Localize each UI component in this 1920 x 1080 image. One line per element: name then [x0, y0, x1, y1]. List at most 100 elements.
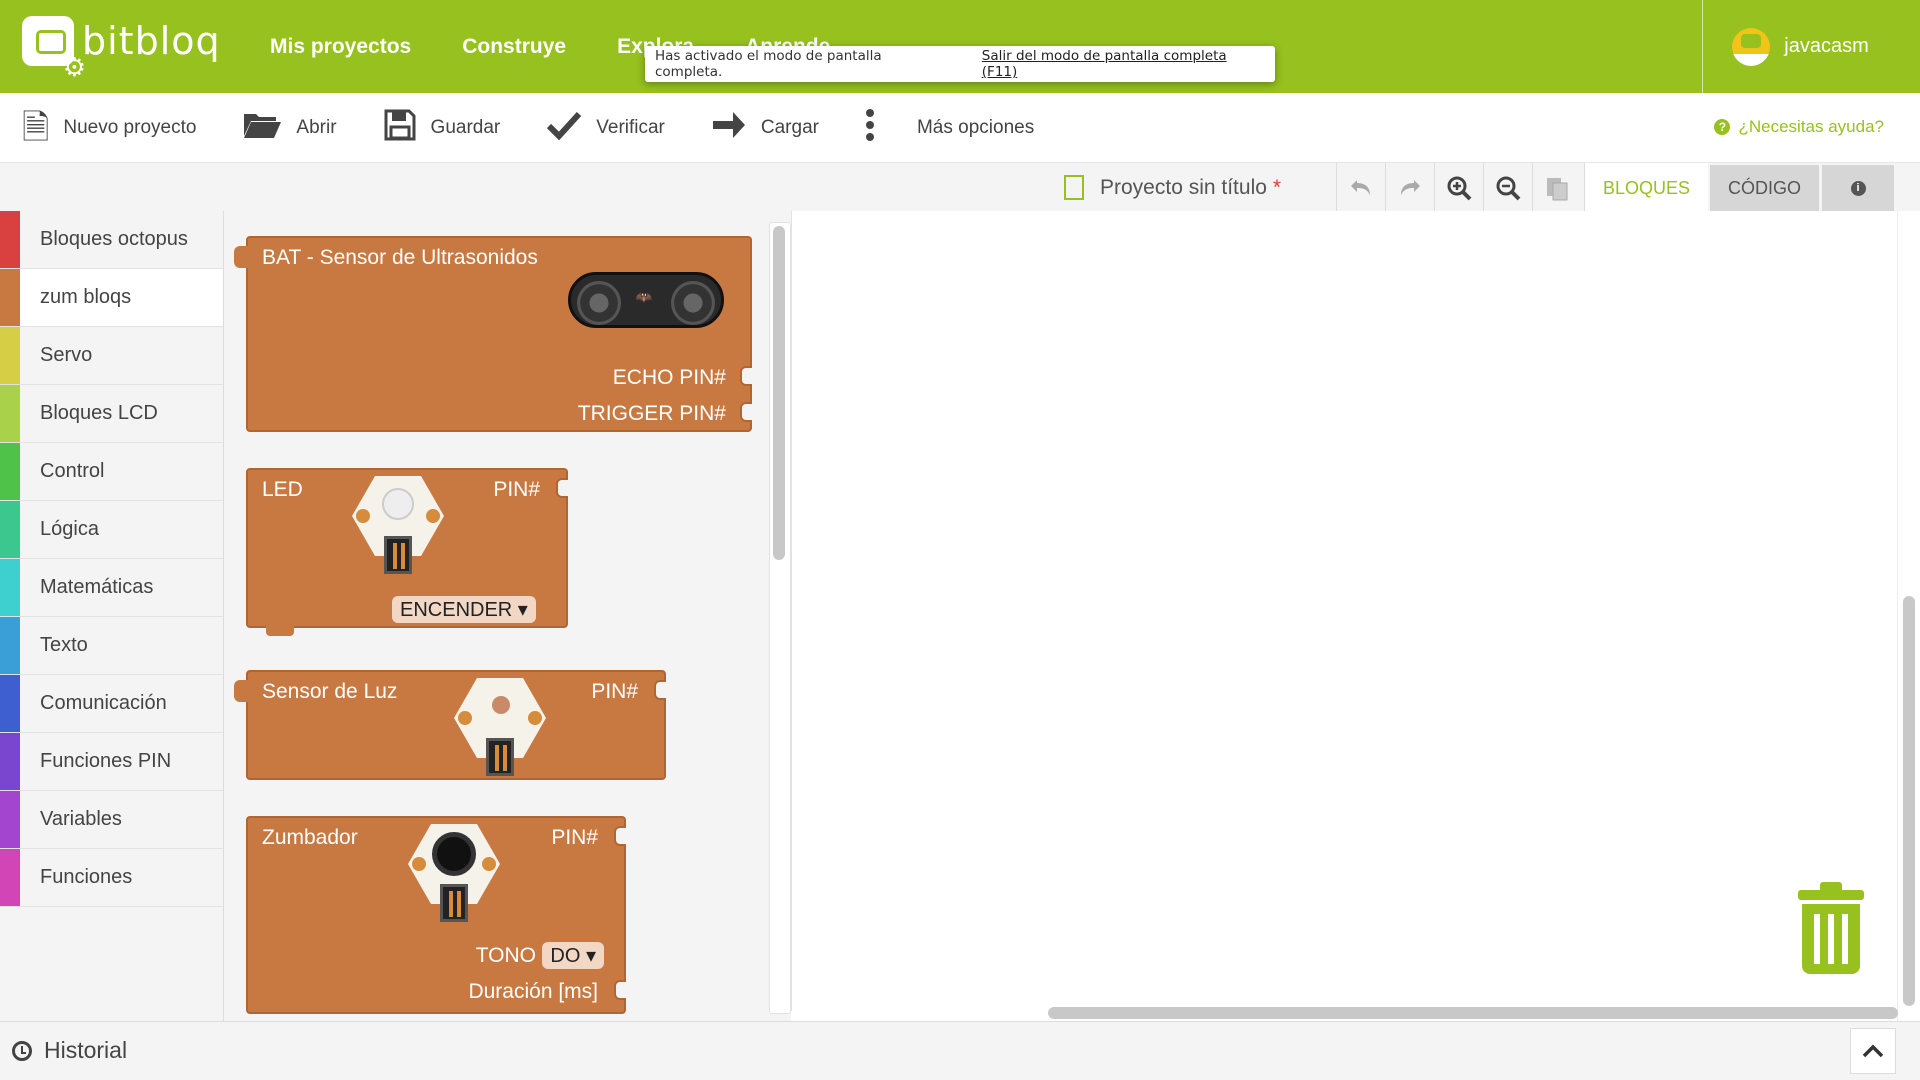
redo-button[interactable]: [1385, 163, 1434, 213]
tab-info[interactable]: i: [1822, 165, 1894, 211]
pin-input[interactable]: [614, 826, 626, 846]
block-categories: Bloques octopus zum bloqs Servo Bloques …: [0, 211, 224, 1021]
category-color: [0, 849, 20, 906]
category-label: Bloques LCD: [40, 402, 158, 424]
clock-icon: [12, 1040, 32, 1061]
username: javacasm: [1784, 35, 1869, 57]
user-menu[interactable]: javacasm: [1702, 0, 1898, 93]
category-label: Funciones PIN: [40, 750, 172, 772]
zoom-in-button[interactable]: [1434, 163, 1483, 213]
category-pin-functions[interactable]: Funciones PIN: [0, 733, 223, 791]
category-label: Control: [40, 460, 105, 482]
category-servo[interactable]: Servo: [0, 327, 223, 385]
block-light-sensor[interactable]: Sensor de Luz PIN#: [234, 670, 666, 780]
workspace-horizontal-thumb[interactable]: [1048, 1007, 1898, 1019]
paste-button[interactable]: [1532, 163, 1581, 213]
bat-logo-icon: 🦇: [635, 289, 653, 305]
category-communication[interactable]: Comunicación: [0, 675, 223, 733]
floppy-disk-icon: [383, 108, 417, 148]
zoom-out-button[interactable]: [1483, 163, 1532, 213]
category-text[interactable]: Texto: [0, 617, 223, 675]
robot-logo-icon: [22, 16, 86, 80]
nav-my-projects[interactable]: Mis proyectos: [270, 35, 411, 59]
category-octopus[interactable]: Bloques octopus: [0, 211, 223, 269]
buzzer-speaker: [432, 832, 476, 876]
history-bar: Historial: [0, 1021, 1920, 1080]
history-label: Historial: [44, 1037, 128, 1063]
mount-hole: [426, 509, 440, 523]
echo-pin-label: ECHO PIN#: [612, 366, 726, 389]
duration-input[interactable]: [614, 980, 626, 1000]
trigger-pin-label: TRIGGER PIN#: [577, 402, 726, 425]
block-ultrasound-sensor[interactable]: BAT - Sensor de Ultrasonidos 🦇 ECHO PIN#…: [234, 236, 752, 432]
category-color: [0, 211, 20, 268]
undo-icon: [1351, 180, 1370, 195]
category-functions[interactable]: Funciones: [0, 849, 223, 907]
toolbar: 🗎 Nuevo proyecto Abrir Guardar Verificar…: [0, 93, 1920, 163]
save-button[interactable]: Guardar: [383, 108, 500, 148]
new-project-label: Nuevo proyecto: [63, 116, 197, 138]
mount-hole: [356, 509, 370, 523]
expand-history-button[interactable]: [1850, 1028, 1896, 1074]
new-project-button[interactable]: 🗎 Nuevo proyecto: [22, 111, 196, 145]
flyout-scrollbar-thumb[interactable]: [773, 226, 785, 560]
pin-input[interactable]: [556, 478, 568, 498]
workspace-vertical-thumb[interactable]: [1903, 596, 1915, 1006]
help-link[interactable]: ? ¿Necesitas ayuda?: [1714, 117, 1884, 137]
open-label: Abrir: [296, 116, 337, 138]
block-output-connector: [234, 680, 248, 702]
block-title: Sensor de Luz: [262, 680, 398, 703]
unsaved-marker: *: [1272, 175, 1282, 199]
pin-input[interactable]: [654, 680, 666, 700]
echo-pin-input[interactable]: [740, 366, 752, 386]
zoom-in-icon: [1447, 176, 1472, 201]
verify-label: Verificar: [596, 116, 665, 138]
tab-blocks[interactable]: BLOQUES: [1584, 163, 1708, 213]
block-led[interactable]: LED PIN# ENCENDER ▾: [246, 468, 568, 636]
logo-text: bitbloq: [82, 19, 221, 63]
category-label: Bloques octopus: [40, 228, 188, 250]
nav-build[interactable]: Construye: [462, 35, 566, 59]
category-label: Texto: [40, 634, 88, 656]
app-logo[interactable]: bitbloq: [22, 16, 221, 80]
category-color: [0, 443, 20, 500]
verify-button[interactable]: Verificar: [546, 110, 665, 146]
led-state-dropdown[interactable]: ENCENDER ▾: [392, 596, 536, 623]
upload-button[interactable]: Cargar: [711, 108, 819, 148]
category-control[interactable]: Control: [0, 443, 223, 501]
category-color: [0, 269, 20, 326]
block-next-connector: [266, 626, 294, 636]
category-color: [0, 675, 20, 732]
category-logic[interactable]: Lógica: [0, 501, 223, 559]
blocks-workspace[interactable]: [791, 211, 1897, 1011]
block-title: LED: [262, 478, 303, 501]
undo-button[interactable]: [1336, 163, 1385, 213]
project-title-text: Proyecto sin título: [1100, 175, 1267, 199]
open-button[interactable]: Abrir: [242, 110, 337, 146]
trigger-pin-input[interactable]: [740, 402, 752, 422]
tab-code[interactable]: CÓDIGO: [1710, 165, 1819, 211]
light-sensor-module-icon: [454, 678, 546, 778]
category-color: [0, 791, 20, 848]
tone-dropdown[interactable]: DO ▾: [542, 942, 604, 969]
category-label: Servo: [40, 344, 93, 366]
buzzer-module-icon: [408, 824, 500, 924]
block-buzzer[interactable]: Zumbador PIN# TONO DO ▾ Duración [ms]: [246, 816, 626, 1014]
block-title: Zumbador: [262, 826, 358, 849]
category-lcd[interactable]: Bloques LCD: [0, 385, 223, 443]
trash-icon[interactable]: [1798, 882, 1864, 974]
category-variables[interactable]: Variables: [0, 791, 223, 849]
tone-label: TONO: [475, 944, 536, 967]
history-toggle[interactable]: Historial: [12, 1037, 127, 1064]
category-label: Comunicación: [40, 692, 167, 714]
sensor-eye: [577, 281, 621, 325]
category-zum-bloqs[interactable]: zum bloqs: [0, 269, 223, 327]
category-math[interactable]: Matemáticas: [0, 559, 223, 617]
project-title[interactable]: Proyecto sin título *: [1064, 175, 1281, 200]
exit-fullscreen-link[interactable]: Salir del modo de pantalla completa (F11…: [982, 48, 1265, 80]
category-color: [0, 617, 20, 674]
category-color: [0, 385, 20, 442]
more-options-button[interactable]: Más opciones: [865, 108, 1034, 148]
category-label: Matemáticas: [40, 576, 154, 598]
led-bulb: [382, 488, 414, 520]
